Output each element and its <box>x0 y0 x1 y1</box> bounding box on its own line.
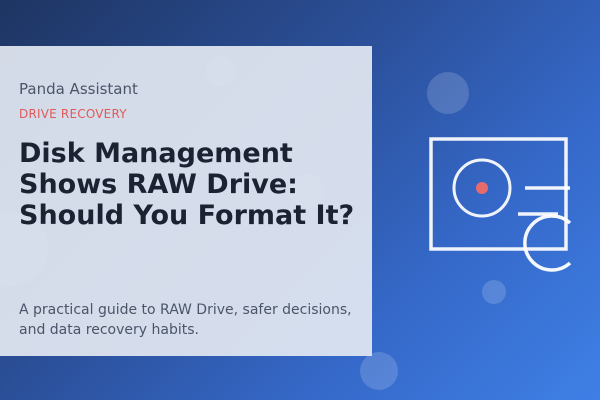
article-banner: Panda Assistant DRIVE RECOVERY Disk Mana… <box>0 0 600 400</box>
decorative-bubble <box>360 352 398 390</box>
category-label: DRIVE RECOVERY <box>19 107 127 121</box>
article-title: Disk Management Shows RAW Drive: Should … <box>19 138 355 231</box>
article-card: Panda Assistant DRIVE RECOVERY Disk Mana… <box>0 46 372 356</box>
drive-indicator-dot <box>476 182 488 194</box>
decorative-bubble <box>427 72 469 114</box>
drive-icon <box>429 137 572 272</box>
article-summary: A practical guide to RAW Drive, safer de… <box>19 302 352 338</box>
brand-name: Panda Assistant <box>19 80 138 98</box>
